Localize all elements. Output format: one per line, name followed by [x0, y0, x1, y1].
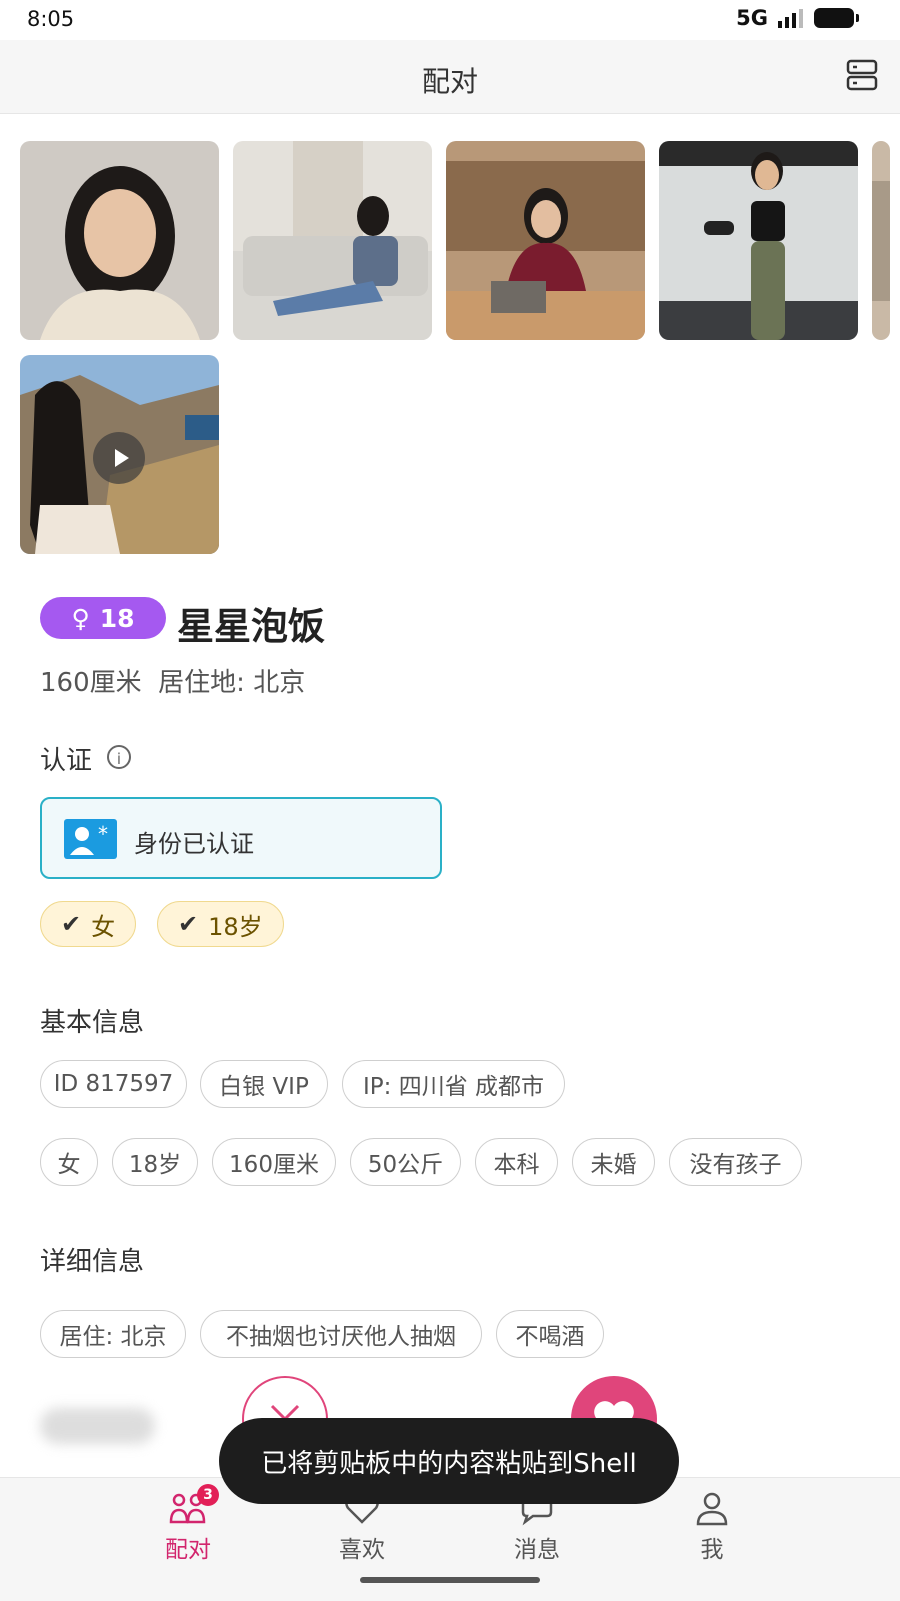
detail-chip-smoking: 不抽烟也讨厌他人抽烟	[200, 1310, 482, 1358]
detail-chip-residence: 居住: 北京	[40, 1310, 186, 1358]
check-icon: ✔	[61, 910, 82, 938]
profile-photo-4[interactable]	[659, 141, 858, 340]
verified-gender-label: 女	[91, 912, 116, 941]
profile-photo-1[interactable]	[20, 141, 219, 340]
profile-video[interactable]	[20, 355, 219, 554]
network-label: 5G	[736, 6, 768, 30]
tab-me-label: 我	[700, 1537, 724, 1563]
basic-chip-height: 160厘米	[212, 1138, 336, 1186]
detail-chip-drinking: 不喝酒	[496, 1310, 604, 1358]
basic-chip-children: 没有孩子	[669, 1138, 802, 1186]
identity-verified-label: 身份已认证	[134, 830, 254, 858]
basic-info-title: 基本信息	[40, 1008, 145, 1038]
female-icon: ♀	[71, 603, 90, 633]
match-count-badge: 3	[197, 1484, 219, 1506]
basic-chip-education: 本科	[475, 1138, 558, 1186]
svg-text:*: *	[98, 822, 108, 846]
status-bar: 8:05 5G	[0, 0, 900, 40]
details-title: 详细信息	[40, 1247, 145, 1277]
info-icon[interactable]: i	[107, 745, 131, 769]
reading-image	[233, 141, 432, 340]
basic-chip-id: ID 817597	[40, 1060, 187, 1108]
peek-image	[872, 141, 890, 340]
person-icon	[692, 1488, 732, 1528]
battery-icon	[814, 8, 859, 28]
identity-verified-card[interactable]: * 身份已认证	[40, 797, 442, 879]
id-card-icon: *	[64, 819, 117, 859]
page-title: 配对	[421, 65, 478, 98]
basic-chip-gender: 女	[40, 1138, 98, 1186]
basic-chip-marital: 未婚	[572, 1138, 655, 1186]
profile-subinfo: 160厘米 居住地: 北京	[40, 662, 305, 699]
tab-likes-label: 喜欢	[339, 1537, 385, 1563]
portrait-image	[20, 141, 219, 340]
basic-chip-vip: 白银 VIP	[200, 1060, 328, 1108]
status-time: 8:05	[27, 7, 75, 31]
top-bar: 配对	[0, 40, 900, 114]
profile-photo-2[interactable]	[233, 141, 432, 340]
clipboard-toast: 已将剪贴板中的内容粘贴到Shell	[219, 1418, 679, 1504]
verified-age-label: 18岁	[208, 912, 263, 941]
nickname: 星星泡饭	[177, 605, 325, 648]
tab-match[interactable]: 配对	[128, 1488, 248, 1564]
tab-match-label: 配对	[165, 1537, 211, 1563]
profile-photo-3[interactable]	[446, 141, 645, 340]
basic-chip-ip: IP: 四川省 成都市	[342, 1060, 565, 1108]
check-icon: ✔	[178, 910, 199, 938]
library-image	[446, 141, 645, 340]
tab-me[interactable]: 我	[652, 1488, 772, 1564]
verification-title: 认证	[40, 746, 93, 776]
residence-text: 居住地: 北京	[158, 668, 306, 698]
basic-chip-weight: 50公斤	[350, 1138, 461, 1186]
tab-messages-label: 消息	[514, 1537, 560, 1563]
verified-age-chip: ✔ 18岁	[157, 901, 284, 947]
play-icon[interactable]	[93, 432, 145, 484]
blurred-section-title	[40, 1408, 155, 1444]
server-settings-icon[interactable]	[846, 58, 878, 92]
gender-age-badge: ♀ 18	[40, 597, 166, 639]
signal-icon	[778, 9, 803, 28]
verified-gender-chip: ✔ 女	[40, 901, 137, 947]
status-icons: 5G	[736, 6, 859, 30]
home-indicator[interactable]	[360, 1577, 540, 1583]
basic-chip-age: 18岁	[112, 1138, 198, 1186]
gym-image	[659, 141, 858, 340]
height-text: 160厘米	[40, 668, 142, 698]
age-value: 18	[99, 603, 135, 633]
profile-photo-5-peek[interactable]	[872, 141, 890, 340]
